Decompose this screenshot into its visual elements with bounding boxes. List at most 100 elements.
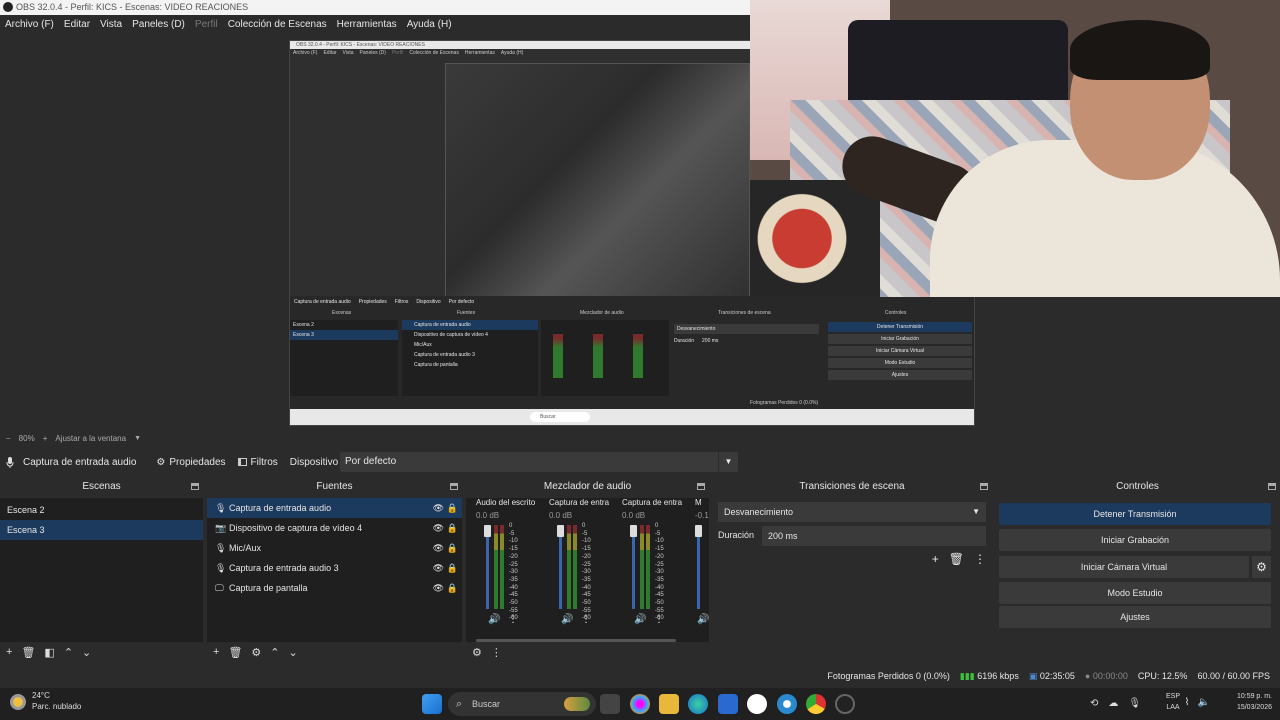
- task-view-icon[interactable]: [600, 694, 620, 714]
- kebab-menu-icon[interactable]: ⋮: [581, 614, 591, 625]
- move-up-button[interactable]: ⌃: [64, 646, 73, 659]
- quick-settings[interactable]: ⌇ 🔈: [1185, 697, 1210, 708]
- add-scene-button[interactable]: +: [6, 646, 12, 658]
- volume-slider[interactable]: [559, 525, 562, 609]
- volume-knob[interactable]: [557, 525, 564, 537]
- advanced-audio-icon[interactable]: ⚙: [472, 646, 482, 659]
- visibility-icon[interactable]: 👁: [433, 538, 444, 558]
- speaker-icon[interactable]: 🔊: [561, 614, 573, 625]
- source-item[interactable]: 🎙 Mic/Aux 👁 🔒: [207, 538, 462, 558]
- source-item[interactable]: 🖵 Captura de pantalla 👁 🔒: [207, 578, 462, 598]
- settings-button[interactable]: Ajustes: [999, 606, 1271, 628]
- app-icon[interactable]: [777, 694, 797, 714]
- scene-item[interactable]: Escena 2: [0, 500, 203, 520]
- device-select[interactable]: Por defecto ▼: [340, 452, 738, 472]
- language-indicator[interactable]: ESP LAA: [1166, 691, 1180, 713]
- properties-button[interactable]: ⚙ Propiedades: [150, 452, 231, 472]
- volume-knob[interactable]: [695, 525, 702, 537]
- visibility-icon[interactable]: 👁: [433, 518, 444, 538]
- source-properties-button[interactable]: ⚙: [251, 646, 261, 659]
- menu-edit[interactable]: Editar: [59, 19, 95, 30]
- kebab-menu-icon[interactable]: ⋮: [508, 614, 518, 625]
- source-item[interactable]: 📷 Dispositivo de captura de vídeo 4 👁 🔒: [207, 518, 462, 538]
- edge-icon[interactable]: [688, 694, 708, 714]
- source-label: Dispositivo de captura de vídeo 4: [229, 523, 363, 533]
- remove-source-button[interactable]: 🗑: [228, 646, 242, 659]
- duration-input[interactable]: 200 ms: [762, 526, 986, 546]
- volume-slider[interactable]: [632, 525, 635, 609]
- kebab-menu-icon[interactable]: ⋮: [491, 646, 502, 659]
- zoom-value: 80%: [18, 433, 35, 443]
- windows-start-icon[interactable]: [422, 694, 442, 714]
- fit-to-window-button[interactable]: Ajustar a la ventana: [55, 434, 126, 443]
- remove-scene-button[interactable]: 🗑: [21, 646, 35, 659]
- start-recording-button[interactable]: Iniciar Grabación: [999, 529, 1271, 551]
- volume-knob[interactable]: [484, 525, 491, 537]
- studio-mode-button[interactable]: Modo Estudio: [999, 582, 1271, 604]
- remove-transition-button[interactable]: 🗑: [949, 552, 964, 566]
- visibility-icon[interactable]: 👁: [433, 498, 444, 518]
- clock[interactable]: 10:59 p. m. 15/03/2026: [1237, 691, 1272, 713]
- source-label: Captura de entrada audio 3: [229, 563, 339, 573]
- system-tray: ⟲ ☁ 🎙: [1090, 698, 1141, 709]
- start-virtual-camera-button[interactable]: Iniciar Cámara Virtual: [999, 556, 1249, 578]
- speaker-icon[interactable]: 🔊: [488, 614, 500, 625]
- undock-icon[interactable]: [697, 483, 705, 490]
- file-explorer-icon[interactable]: [659, 694, 679, 714]
- lock-icon[interactable]: 🔒: [447, 558, 458, 578]
- source-item[interactable]: 🎙 Captura de entrada audio 👁 🔒: [207, 498, 462, 518]
- menu-help[interactable]: Ayuda (H): [402, 19, 457, 30]
- scene-filters-button[interactable]: ◧: [44, 646, 54, 659]
- visibility-icon[interactable]: 👁: [433, 578, 444, 598]
- stop-streaming-button[interactable]: Detener Transmisión: [999, 503, 1271, 525]
- add-transition-button[interactable]: +: [932, 552, 939, 566]
- volume-knob[interactable]: [630, 525, 637, 537]
- kebab-menu-icon[interactable]: ⋮: [654, 614, 664, 625]
- copilot-icon[interactable]: [630, 694, 650, 714]
- nested-search: Buscar: [530, 412, 590, 422]
- menu-tools[interactable]: Herramientas: [332, 19, 402, 30]
- move-down-button[interactable]: ⌄: [82, 646, 91, 659]
- kebab-menu-icon[interactable]: ⋮: [974, 552, 986, 566]
- weather-widget[interactable]: 24°C Parc. nublado: [10, 690, 81, 712]
- channel-db: 0.0 dB: [476, 511, 500, 520]
- filters-button[interactable]: Filtros: [232, 452, 284, 472]
- zoom-out-button[interactable]: −: [6, 434, 11, 443]
- chrome-icon[interactable]: [806, 694, 826, 714]
- speaker-icon[interactable]: 🔊: [634, 614, 646, 625]
- menu-scene-collection[interactable]: Colección de Escenas: [223, 19, 332, 30]
- menu-file[interactable]: Archivo (F): [0, 19, 59, 30]
- zoom-in-button[interactable]: +: [43, 434, 48, 443]
- visibility-icon[interactable]: 👁: [433, 558, 444, 578]
- hp-icon[interactable]: [747, 694, 767, 714]
- move-down-button[interactable]: ⌄: [289, 646, 298, 659]
- tray-icon[interactable]: ☁: [1108, 698, 1118, 709]
- obs-taskbar-icon[interactable]: [835, 694, 855, 714]
- add-source-button[interactable]: +: [213, 646, 219, 658]
- lock-icon[interactable]: 🔒: [447, 518, 458, 538]
- lock-icon[interactable]: 🔒: [447, 578, 458, 598]
- virtual-camera-settings-button[interactable]: ⚙: [1252, 556, 1271, 578]
- menu-view[interactable]: Vista: [95, 19, 127, 30]
- lock-icon[interactable]: 🔒: [447, 498, 458, 518]
- lock-icon[interactable]: 🔒: [447, 538, 458, 558]
- menu-docks[interactable]: Paneles (D): [127, 19, 190, 30]
- volume-slider[interactable]: [697, 525, 700, 609]
- undock-icon[interactable]: [191, 483, 199, 490]
- tray-icon[interactable]: ⟲: [1090, 698, 1098, 709]
- source-item[interactable]: 🎙 Captura de entrada audio 3 👁 🔒: [207, 558, 462, 578]
- move-up-button[interactable]: ⌃: [270, 646, 279, 659]
- undock-icon[interactable]: [1268, 483, 1276, 490]
- undock-icon[interactable]: [450, 483, 458, 490]
- transition-select[interactable]: Desvanecimiento ▼: [718, 502, 986, 522]
- speaker-icon[interactable]: 🔊: [697, 614, 709, 625]
- nested-source: Dispositivo de captura de vídeo 4: [414, 332, 488, 338]
- scene-item-selected[interactable]: Escena 3: [0, 520, 203, 540]
- store-icon[interactable]: [718, 694, 738, 714]
- undock-icon[interactable]: [980, 483, 988, 490]
- volume-slider[interactable]: [486, 525, 489, 609]
- zoom-dropdown-icon[interactable]: ▼: [134, 435, 141, 442]
- microphone-icon[interactable]: 🎙: [1128, 698, 1141, 709]
- taskbar-search[interactable]: ⌕ Buscar: [448, 692, 596, 716]
- device-select-value: Por defecto: [345, 456, 397, 467]
